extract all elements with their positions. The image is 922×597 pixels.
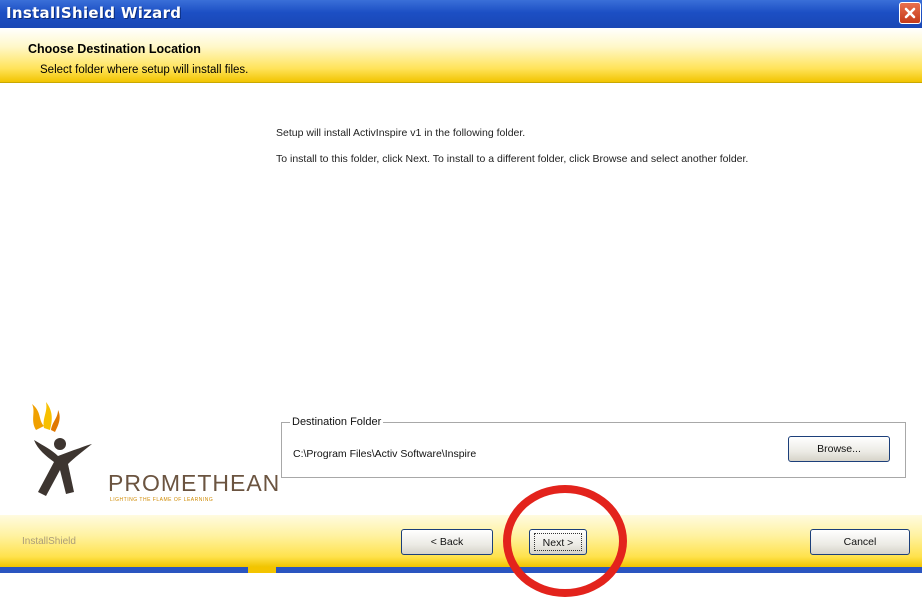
- taskbar-band: [0, 567, 922, 573]
- header-banner: Choose Destination Location Select folde…: [0, 28, 922, 83]
- window-title: InstallShield Wizard: [6, 4, 182, 22]
- install-info-text: Setup will install ActivInspire v1 in th…: [276, 127, 526, 139]
- installshield-window: InstallShield Wizard Choose Destination …: [0, 0, 922, 597]
- destination-folder-label: Destination Folder: [292, 416, 382, 428]
- title-bar[interactable]: InstallShield Wizard: [0, 0, 922, 28]
- brand-name: PROMETHEAN: [108, 470, 281, 496]
- flame-icon: [32, 402, 60, 432]
- destination-path: C:\Program Files\Activ Software\Inspire: [293, 448, 477, 460]
- close-icon: [904, 7, 916, 19]
- page-heading: Choose Destination Location: [28, 42, 201, 56]
- back-button[interactable]: < Back: [401, 529, 493, 555]
- taskbar-strip: [0, 567, 922, 589]
- cancel-button[interactable]: Cancel: [810, 529, 910, 555]
- close-button[interactable]: [899, 2, 921, 24]
- figure-icon: [34, 438, 92, 496]
- taskbar-tile: [248, 567, 276, 573]
- brand-tagline: LIGHTING THE FLAME OF LEARNING: [110, 497, 214, 503]
- browse-button[interactable]: Browse...: [788, 436, 890, 462]
- installshield-label: InstallShield: [22, 536, 76, 547]
- instructions-text: To install to this folder, click Next. T…: [276, 153, 749, 165]
- page-subheading: Select folder where setup will install f…: [40, 64, 249, 76]
- next-highlight-circle: [503, 485, 627, 597]
